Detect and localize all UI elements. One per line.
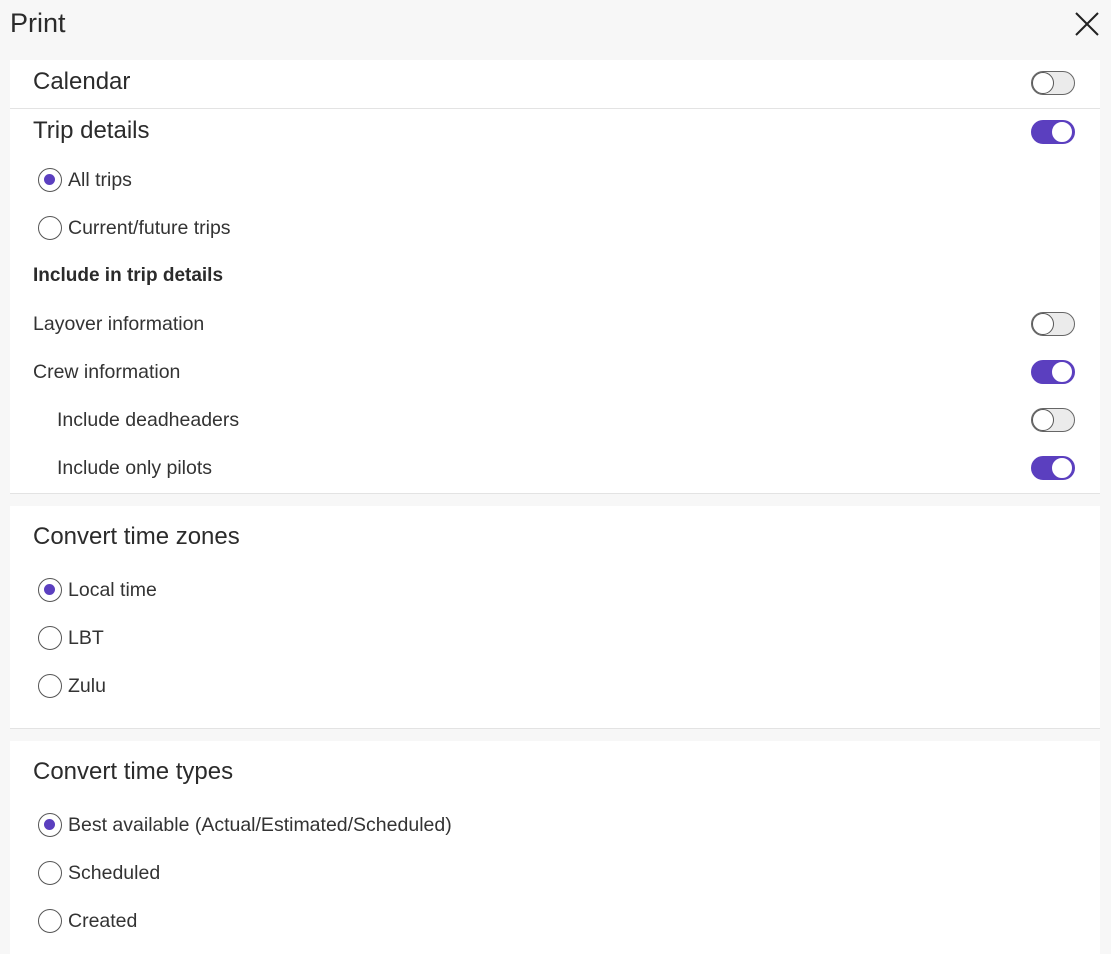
radio-circle[interactable]	[38, 216, 62, 240]
dialog-header: Print	[0, 0, 1111, 52]
only-pilots-toggle[interactable]	[1031, 456, 1075, 480]
deadheaders-label: Include deadheaders	[57, 409, 240, 431]
deadheaders-toggle[interactable]	[1031, 408, 1075, 432]
dialog-title: Print	[10, 8, 66, 38]
radio-scheduled[interactable]: Scheduled	[38, 861, 160, 885]
radio-label: Zulu	[68, 674, 106, 697]
include-heading: Include in trip details	[33, 265, 224, 286]
trip-details-title: Trip details	[33, 117, 150, 144]
time-types-title: Convert time types	[33, 758, 234, 785]
layover-label: Layover information	[33, 313, 205, 335]
close-icon[interactable]	[1072, 9, 1102, 39]
section-divider	[10, 493, 1100, 494]
radio-lbt[interactable]: LBT	[38, 626, 104, 650]
radio-label: Created	[68, 909, 138, 932]
layover-toggle[interactable]	[1031, 312, 1075, 336]
time-types-section: Convert time types Best available (Actua…	[10, 741, 1100, 954]
radio-current-future-trips[interactable]: Current/future trips	[38, 216, 231, 240]
time-zones-section: Convert time zones Local time LBT Zulu	[10, 506, 1100, 728]
radio-all-trips[interactable]: All trips	[38, 168, 132, 192]
section-divider	[10, 728, 1100, 729]
radio-circle[interactable]	[38, 674, 62, 698]
only-pilots-label: Include only pilots	[57, 457, 213, 479]
crew-toggle[interactable]	[1031, 360, 1075, 384]
radio-circle[interactable]	[38, 813, 62, 837]
calendar-toggle[interactable]	[1031, 71, 1075, 95]
radio-circle[interactable]	[38, 626, 62, 650]
radio-label: Best available (Actual/Estimated/Schedul…	[68, 813, 452, 836]
trip-details-section: Trip details All trips Current/future tr…	[10, 109, 1100, 493]
radio-zulu[interactable]: Zulu	[38, 674, 106, 698]
radio-label: Scheduled	[68, 861, 161, 884]
radio-circle[interactable]	[38, 909, 62, 933]
calendar-section: Calendar	[10, 60, 1100, 108]
radio-label: Current/future trips	[68, 216, 231, 239]
radio-circle[interactable]	[38, 578, 62, 602]
radio-label: Local time	[68, 578, 157, 601]
radio-circle[interactable]	[38, 861, 62, 885]
radio-circle[interactable]	[38, 168, 62, 192]
radio-created[interactable]: Created	[38, 909, 137, 933]
crew-label: Crew information	[33, 361, 181, 383]
radio-local-time[interactable]: Local time	[38, 578, 157, 602]
trip-details-toggle[interactable]	[1031, 120, 1075, 144]
radio-label: All trips	[68, 168, 132, 191]
time-zones-title: Convert time zones	[33, 523, 240, 550]
radio-best-available[interactable]: Best available (Actual/Estimated/Schedul…	[38, 813, 452, 837]
radio-label: LBT	[68, 626, 104, 649]
calendar-title: Calendar	[33, 68, 131, 95]
